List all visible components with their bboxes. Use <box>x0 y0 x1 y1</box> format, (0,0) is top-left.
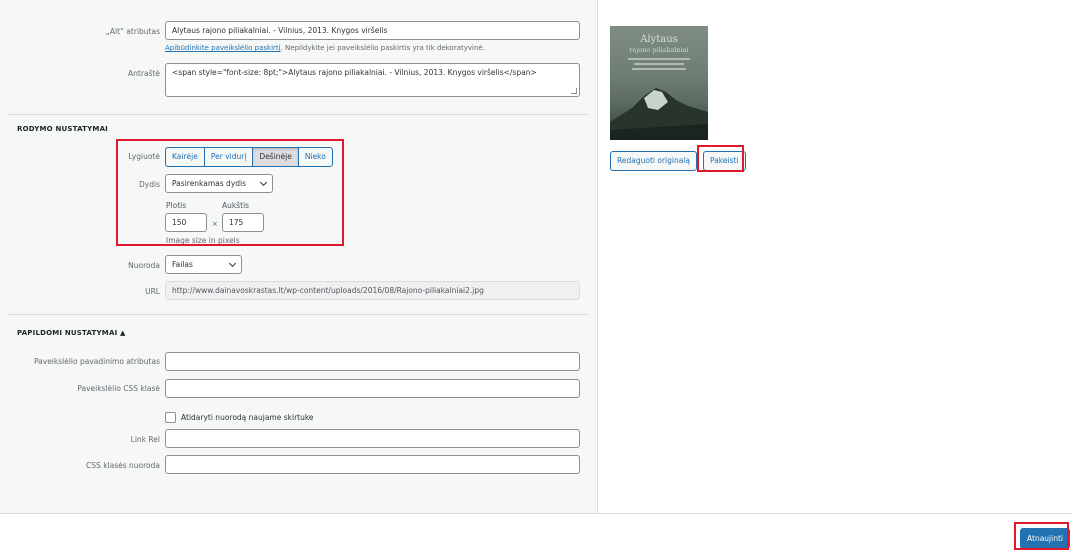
cover-landscape-art <box>610 88 708 140</box>
highlight-box-update <box>1014 522 1069 550</box>
caption-textarea[interactable]: <span style="font-size: 8pt;">Alytaus ra… <box>165 63 580 97</box>
link-label: Nuoroda <box>128 261 160 270</box>
new-tab-label: Atidaryti nuorodą naujame skirtuke <box>181 413 314 422</box>
chevron-down-icon <box>228 259 237 268</box>
url-field[interactable]: http://www.dainavoskrastas.lt/wp-content… <box>165 281 580 300</box>
link-select[interactable]: Failas <box>165 255 242 274</box>
caption-value: <span style="font-size: 8pt;">Alytaus ra… <box>172 68 537 77</box>
alt-input[interactable]: Alytaus rajono piliakalniai. - Vilnius, … <box>165 21 580 40</box>
section-divider <box>8 114 589 115</box>
link-css-label: CSS klasės nuoroda <box>86 461 160 470</box>
link-css-input[interactable] <box>165 455 580 474</box>
section-divider <box>8 314 589 315</box>
alt-help: Apibūdinkite paveikslėlio paskirtį. Nepi… <box>165 44 485 52</box>
book-cover-thumbnail: Alytaus rajono piliakalniai <box>610 26 708 140</box>
link-rel-label: Link Rel <box>130 435 160 444</box>
display-settings-title: RODYMO NUSTATYMAI <box>17 125 108 133</box>
alt-help-link[interactable]: Apibūdinkite paveikslėlio paskirtį <box>165 44 281 52</box>
highlight-box-replace <box>697 145 744 172</box>
link-select-value: Failas <box>172 260 193 269</box>
caption-label: Antraštė <box>128 69 160 78</box>
image-title-label: Paveikslėlio pavadinimo atributas <box>33 357 160 366</box>
alt-label: „Alt“ atributas <box>105 27 160 36</box>
image-css-input[interactable] <box>165 379 580 398</box>
highlight-box-display-settings <box>116 139 344 246</box>
alt-help-text: . Nepildykite jei paveikslėlio paskirtis… <box>280 44 485 52</box>
advanced-settings-toggle[interactable]: PAPILDOMI NUSTATYMAI ▲ <box>17 329 126 337</box>
resize-grip-icon[interactable] <box>571 88 577 94</box>
link-rel-input[interactable] <box>165 429 580 448</box>
edit-original-button[interactable]: Redaguoti originalą <box>610 151 697 171</box>
image-title-input[interactable] <box>165 352 580 371</box>
new-tab-checkbox[interactable] <box>165 412 176 423</box>
image-css-label: Paveikslėlio CSS klasė <box>77 384 160 393</box>
url-label: URL <box>145 287 160 296</box>
modal-footer <box>0 513 1072 552</box>
